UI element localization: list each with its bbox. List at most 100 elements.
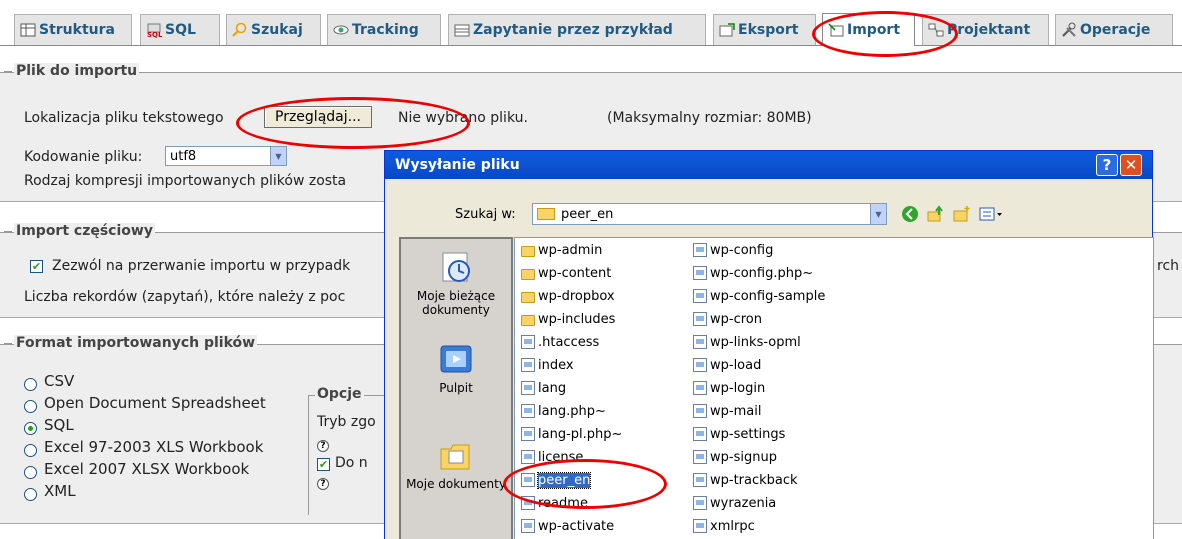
- file-item[interactable]: xmlrpc: [693, 516, 755, 536]
- file-item[interactable]: wp-links-opml: [693, 332, 801, 352]
- operations-icon: [1061, 22, 1077, 38]
- up-folder-icon[interactable]: [927, 205, 945, 223]
- file-icon: [693, 289, 707, 303]
- tab-operacje[interactable]: Operacje: [1055, 14, 1173, 45]
- dialog-title: Wysyłanie pliku: [395, 157, 520, 173]
- query-icon: [454, 22, 470, 38]
- file-item[interactable]: wp-login: [693, 378, 765, 398]
- radio-xml[interactable]: [24, 488, 37, 501]
- file-item[interactable]: wp-settings: [693, 424, 785, 444]
- file-item[interactable]: license: [521, 447, 583, 467]
- radio-csv[interactable]: [24, 378, 37, 391]
- tryb-label: Tryb zgo: [317, 414, 376, 430]
- file-item[interactable]: lang.php~: [521, 401, 606, 421]
- file-item[interactable]: index: [521, 355, 574, 375]
- file-name: license: [538, 449, 584, 465]
- file-item[interactable]: .htaccess: [521, 332, 599, 352]
- file-item[interactable]: lang: [521, 378, 566, 398]
- file-icon: [693, 243, 707, 257]
- file-icon: [693, 266, 707, 280]
- lookin-select[interactable]: peer_en ▼: [532, 203, 887, 225]
- file-item[interactable]: wp-load: [693, 355, 761, 375]
- file-icon: [521, 404, 535, 418]
- file-item[interactable]: peer_en: [521, 470, 592, 490]
- close-button[interactable]: ✕: [1120, 154, 1142, 176]
- do-n-checkbox[interactable]: ✔: [317, 458, 330, 471]
- file-item[interactable]: wp-trackback: [693, 470, 798, 490]
- documents-folder-icon: [439, 439, 473, 473]
- file-item[interactable]: wp-signup: [693, 447, 777, 467]
- help-icon[interactable]: ?: [317, 478, 329, 490]
- legend-format: Format importowanych plików: [3, 335, 258, 351]
- encoding-select[interactable]: utf8 ▼: [165, 146, 287, 166]
- tab-tracking[interactable]: Tracking: [327, 14, 441, 45]
- legend-partial: Import częściowy: [4, 223, 155, 239]
- tab-label: Projektant: [947, 22, 1031, 38]
- tab-eksport[interactable]: Eksport: [713, 14, 816, 45]
- file-name: lang: [538, 380, 567, 396]
- fieldset-opcje: Opcje Tryb zgo ? ✔ Do n ?: [308, 386, 388, 515]
- place-desktop[interactable]: Pulpit: [401, 343, 511, 395]
- allow-interrupt-tail: rch p: [1157, 258, 1182, 274]
- file-icon: [693, 450, 707, 464]
- file-item[interactable]: lang-pl.php~: [521, 424, 622, 444]
- max-size-label: (Maksymalny rozmiar: 80MB): [607, 110, 812, 126]
- new-folder-icon[interactable]: [953, 205, 971, 223]
- format-option-label: Excel 2007 XLSX Workbook: [44, 460, 250, 478]
- radio-ods[interactable]: [24, 400, 37, 413]
- file-name: wp-trackback: [710, 472, 798, 488]
- file-item[interactable]: wp-admin: [521, 240, 602, 260]
- places-bar-inner: Moje bieżące dokumenty Pulpit Moje dokum…: [401, 239, 511, 539]
- tab-projektant[interactable]: Projektant: [922, 14, 1049, 45]
- tab-szukaj[interactable]: Szukaj: [226, 14, 321, 45]
- file-item[interactable]: wp-config: [693, 240, 773, 260]
- file-name: wp-mail: [710, 403, 762, 419]
- file-name: wp-content: [538, 265, 612, 281]
- file-item[interactable]: wp-config-sample: [693, 286, 825, 306]
- allow-interrupt-checkbox[interactable]: ✔: [30, 260, 43, 273]
- file-name: .htaccess: [538, 334, 600, 350]
- sql-icon: SQL: [146, 22, 163, 39]
- file-icon: [521, 450, 535, 464]
- file-icon: [693, 496, 707, 510]
- folder-icon: [521, 314, 535, 326]
- location-label: Lokalizacja pliku tekstowego: [24, 110, 224, 126]
- file-item[interactable]: wp-config.php~: [693, 263, 813, 283]
- file-icon: [693, 404, 707, 418]
- file-item[interactable]: wyrazenia: [693, 493, 776, 513]
- file-item[interactable]: wp-activate: [521, 516, 614, 536]
- tab-sql[interactable]: SQL SQL: [140, 14, 220, 45]
- file-name: lang-pl.php~: [538, 426, 623, 442]
- file-item[interactable]: wp-dropbox: [521, 286, 615, 306]
- compression-label: Rodzaj kompresji importowanych plików zo…: [24, 173, 347, 189]
- tab-import[interactable]: Import: [822, 13, 915, 46]
- format-option-label: CSV: [44, 372, 75, 390]
- file-item[interactable]: wp-mail: [693, 401, 761, 421]
- radio-sql[interactable]: [24, 422, 37, 435]
- file-item[interactable]: wp-cron: [693, 309, 762, 329]
- file-item[interactable]: wp-includes: [521, 309, 615, 329]
- file-icon: [693, 335, 707, 349]
- place-my-documents[interactable]: Moje dokumenty: [401, 439, 511, 491]
- tab-label: Struktura: [39, 22, 115, 38]
- help-icon[interactable]: ?: [317, 440, 329, 452]
- file-name: lang.php~: [538, 403, 606, 419]
- radio-xlsx[interactable]: [24, 466, 37, 479]
- radio-xls[interactable]: [24, 444, 37, 457]
- help-button[interactable]: ?: [1096, 154, 1118, 176]
- file-icon: [693, 381, 707, 395]
- structure-icon: [20, 22, 36, 38]
- place-recent[interactable]: Moje bieżące dokumenty: [401, 251, 511, 317]
- tab-zapytanie[interactable]: Zapytanie przez przykład: [448, 14, 706, 45]
- tab-struktura[interactable]: Struktura: [14, 14, 132, 45]
- back-icon[interactable]: [901, 205, 919, 223]
- file-upload-dialog: Wysyłanie pliku ? ✕ Szukaj w: peer_en ▼ …: [384, 150, 1154, 539]
- places-bar: Moje bieżące dokumenty Pulpit Moje dokum…: [399, 237, 513, 539]
- tab-label: Zapytanie przez przykład: [473, 22, 673, 38]
- file-item[interactable]: readme: [521, 493, 588, 513]
- browse-button[interactable]: Przeglądaj...: [264, 106, 372, 128]
- view-menu-icon[interactable]: [979, 205, 1005, 223]
- file-item[interactable]: wp-content: [521, 263, 611, 283]
- file-name: wp-dropbox: [538, 288, 615, 304]
- clock-icon: [439, 251, 473, 285]
